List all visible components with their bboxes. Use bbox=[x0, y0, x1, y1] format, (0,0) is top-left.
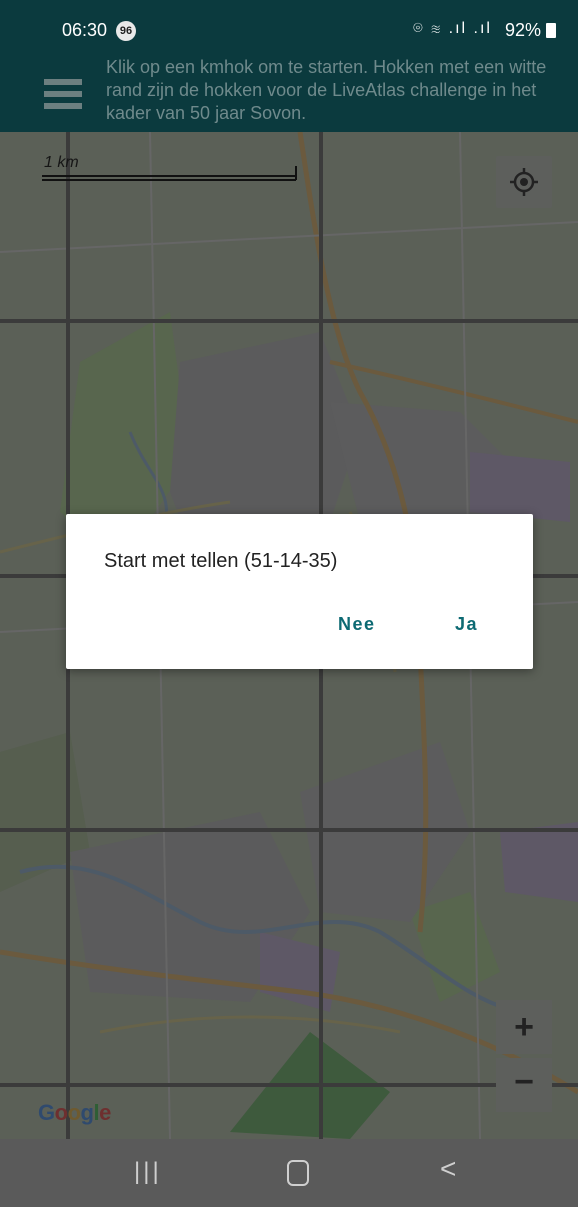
home-button[interactable] bbox=[287, 1160, 309, 1186]
instruction-text: Klik op een kmhok om te starten. Hokken … bbox=[106, 57, 547, 123]
system-nav-bar: ||| < bbox=[0, 1139, 578, 1207]
connectivity-icons: ⌾ ≋ .ıl .ıl bbox=[413, 20, 492, 37]
menu-icon[interactable] bbox=[44, 79, 82, 109]
app-header: Klik op een kmhok om te starten. Hokken … bbox=[0, 46, 578, 132]
zoom-in-button[interactable]: + bbox=[496, 1000, 552, 1054]
notification-badge: 96 bbox=[116, 21, 136, 41]
clock: 06:30 bbox=[62, 20, 108, 40]
scale-bar-label: 1 km bbox=[44, 154, 79, 171]
my-location-button[interactable] bbox=[496, 156, 552, 208]
start-count-dialog: Start met tellen (51-14-35) Nee Ja bbox=[66, 514, 533, 669]
battery-percentage: 92% bbox=[504, 20, 541, 40]
cancel-button[interactable]: Nee bbox=[338, 614, 376, 635]
zoom-out-button[interactable]: − bbox=[496, 1058, 552, 1112]
status-bar: 06:30 96 ⌾ ≋ .ıl .ıl 92% bbox=[0, 0, 578, 46]
dialog-title: Start met tellen (51-14-35) bbox=[104, 550, 338, 572]
battery-icon bbox=[546, 23, 556, 38]
google-logo: Google bbox=[38, 1100, 111, 1125]
recent-apps-button[interactable]: ||| bbox=[134, 1158, 162, 1186]
gps-crosshair-icon bbox=[510, 168, 538, 196]
screen: 06:30 96 ⌾ ≋ .ıl .ıl 92% Klik op een kmh… bbox=[0, 0, 578, 1207]
back-button[interactable]: < bbox=[440, 1153, 456, 1185]
confirm-button[interactable]: Ja bbox=[455, 614, 478, 635]
